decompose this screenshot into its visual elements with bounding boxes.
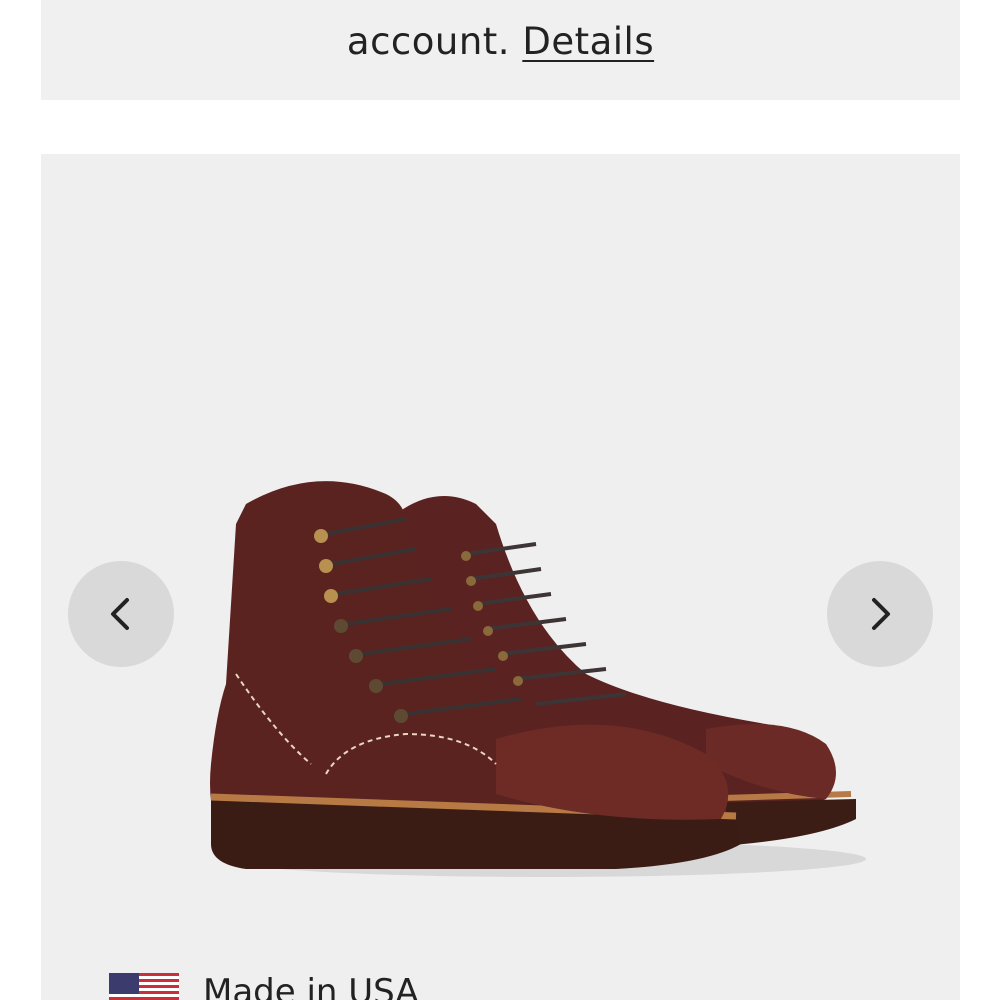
- made-in-usa-label: Made in USA: [203, 972, 419, 1000]
- promo-banner: shipping account. Details: [41, 0, 960, 100]
- promo-text-main: account.: [346, 20, 511, 63]
- us-flag-icon: [109, 973, 179, 1000]
- chevron-left-icon: [111, 598, 129, 630]
- product-image: [210, 481, 866, 877]
- promo-text: account. Details: [41, 20, 960, 63]
- made-in-usa-badge: Made in USA: [109, 972, 419, 1000]
- chevron-right-icon: [872, 598, 890, 630]
- next-image-button[interactable]: [827, 561, 933, 667]
- product-gallery[interactable]: Made in USA: [41, 154, 960, 1000]
- previous-image-button[interactable]: [68, 561, 174, 667]
- details-link[interactable]: Details: [522, 20, 654, 63]
